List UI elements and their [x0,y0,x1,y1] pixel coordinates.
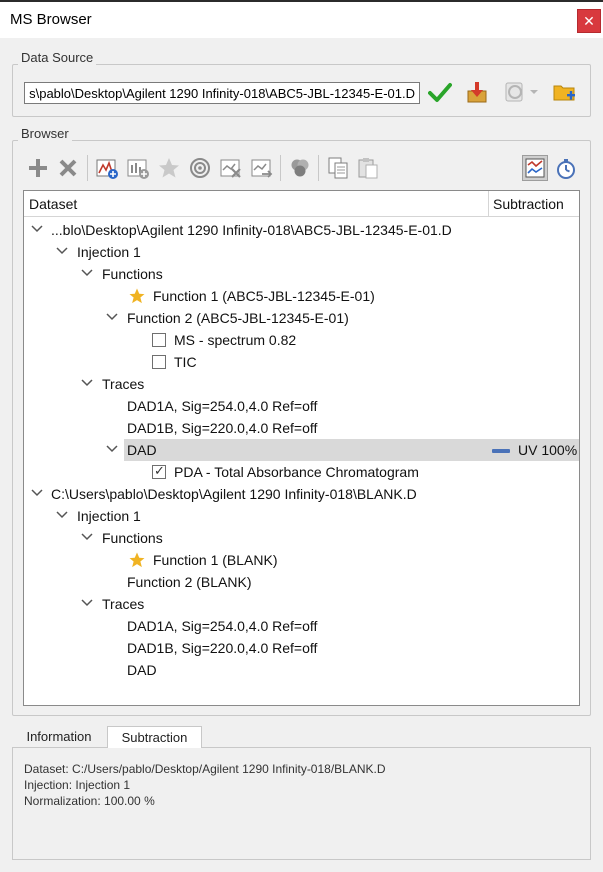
add-spectrum-icon[interactable] [95,156,119,180]
selection-highlight [124,439,579,461]
tree-row-function[interactable]: Function 1 (ABC5-JBL-12345-E-01) [24,285,579,307]
tab-subtraction[interactable]: Subtraction [107,726,202,749]
tree-item-label: Traces [102,376,145,392]
tree-item-label: DAD1B, Sig=220.0,4.0 Ref=off [127,420,318,436]
subtraction-swatch [492,449,510,453]
subtraction-info-panel: Dataset: C:/Users/pablo/Desktop/Agilent … [12,748,591,860]
browser-label: Browser [18,126,72,141]
data-source-label: Data Source [18,50,97,65]
tree-row-functions[interactable]: Functions [24,527,579,549]
column-dataset[interactable]: Dataset [29,191,77,217]
tree-row-function[interactable]: Function 2 (ABC5-JBL-12345-E-01) [24,307,579,329]
tree-row-injection[interactable]: Injection 1 [24,241,579,263]
tree-item-label: DAD1B, Sig=220.0,4.0 Ref=off [127,640,318,656]
title-bar: MS Browser [0,2,603,38]
window-title: MS Browser [10,11,92,28]
tree-item-label: DAD1A, Sig=254.0,4.0 Ref=off [127,398,318,414]
close-button[interactable]: ✕ [577,9,601,33]
tree-item-label: Function 1 (ABC5-JBL-12345-E-01) [153,288,375,304]
tree-row-traces[interactable]: Traces [24,593,579,615]
tree-row-trace[interactable]: TIC [24,351,579,373]
tree-row-dataset-1[interactable]: ...blo\Desktop\Agilent 1290 Infinity-018… [24,219,579,241]
remove-icon[interactable] [56,156,80,180]
chevron-down-icon[interactable] [80,530,94,544]
timer-icon[interactable] [554,157,578,181]
tree-row-trace[interactable]: DAD1B, Sig=220.0,4.0 Ref=off [24,417,579,439]
tree-item-label: DAD [127,442,157,458]
tree-header: Dataset Subtraction [24,191,579,217]
tree-row-injection[interactable]: Injection 1 [24,505,579,527]
chevron-down-icon[interactable] [105,442,119,456]
overlay-circles-icon[interactable] [288,156,312,180]
add-folder-icon[interactable] [552,80,576,104]
subtraction-value: UV 100% [518,442,578,458]
chevron-down-icon[interactable] [80,596,94,610]
toolbar-separator [280,155,281,181]
tree-item-label: Traces [102,596,145,612]
toolbar-separator [87,155,88,181]
chevron-down-icon[interactable] [55,244,69,258]
tree-item-label: ...blo\Desktop\Agilent 1290 Infinity-018… [51,222,452,238]
tree-item-label: Injection 1 [77,508,141,524]
info-injection: Injection: Injection 1 [24,778,131,792]
star-icon [128,551,146,569]
tree-item-label: TIC [174,354,197,370]
chart-view-toggle[interactable] [522,155,548,181]
check-icon: ✓ [154,463,165,478]
tree-item-label: Function 2 (ABC5-JBL-12345-E-01) [127,310,349,326]
paste-icon[interactable] [356,156,380,180]
tree-row-trace[interactable]: MS - spectrum 0.82 [24,329,579,351]
toolbar-separator [318,155,319,181]
column-subtraction[interactable]: Subtraction [493,191,564,217]
chevron-down-icon[interactable] [80,376,94,390]
tree-row-traces[interactable]: Traces [24,373,579,395]
tree-row-dad-selected[interactable]: DAD UV 100% [24,439,579,461]
star-icon[interactable] [157,156,181,180]
add-icon[interactable] [26,156,50,180]
info-dataset: Dataset: C:/Users/pablo/Desktop/Agilent … [24,762,386,776]
tree-row-trace[interactable]: ✓ PDA - Total Absorbance Chromatogram [24,461,579,483]
target-icon[interactable] [188,156,212,180]
tab-information[interactable]: Information [14,726,104,748]
tree-item-label: Functions [102,530,163,546]
chevron-down-icon[interactable] [55,508,69,522]
tree-row-trace[interactable]: DAD1A, Sig=254.0,4.0 Ref=off [24,395,579,417]
info-normalization: Normalization: 100.00 % [24,794,155,808]
tree-item-label: Injection 1 [77,244,141,260]
trace-checkbox[interactable] [152,333,166,347]
export-trace-icon[interactable] [250,156,274,180]
load-download-icon[interactable] [465,80,489,104]
tree-item-label: Function 1 (BLANK) [153,552,278,568]
chevron-down-icon[interactable] [30,222,44,236]
preview-dropdown-icon[interactable] [502,80,540,104]
tree-item-label: MS - spectrum 0.82 [174,332,297,348]
chevron-down-icon[interactable] [30,486,44,500]
tree-item-label: DAD1A, Sig=254.0,4.0 Ref=off [127,618,318,634]
tree-item-label: Functions [102,266,163,282]
tree-item-label: C:\Users\pablo\Desktop\Agilent 1290 Infi… [51,486,417,502]
trace-checkbox[interactable]: ✓ [152,463,166,479]
star-icon [128,287,146,305]
tree-row-function[interactable]: Function 1 (BLANK) [24,549,579,571]
tree-row-function[interactable]: Function 2 (BLANK) [24,571,579,593]
trace-checkbox[interactable] [152,355,166,369]
tree-item-label: Function 2 (BLANK) [127,574,252,590]
add-function-icon[interactable] [126,156,150,180]
tree-row-trace[interactable]: DAD1B, Sig=220.0,4.0 Ref=off [24,637,579,659]
column-divider [488,191,489,217]
tree-row-trace[interactable]: DAD [24,659,579,681]
data-source-path-input[interactable] [24,82,420,104]
tree-item-label: DAD [127,662,157,678]
remove-trace-icon[interactable] [219,156,243,180]
tree-row-trace[interactable]: DAD1A, Sig=254.0,4.0 Ref=off [24,615,579,637]
chevron-down-icon[interactable] [80,266,94,280]
tree-row-dataset-2[interactable]: C:\Users\pablo\Desktop\Agilent 1290 Infi… [24,483,579,505]
chevron-down-icon[interactable] [105,310,119,324]
chart-view-icon [525,158,545,178]
copy-icon[interactable] [326,156,350,180]
dataset-tree[interactable]: Dataset Subtraction ...blo\Desktop\Agile… [23,190,580,706]
tree-item-label: PDA - Total Absorbance Chromatogram [174,464,419,480]
confirm-check-icon[interactable] [428,80,452,104]
tree-row-functions[interactable]: Functions [24,263,579,285]
